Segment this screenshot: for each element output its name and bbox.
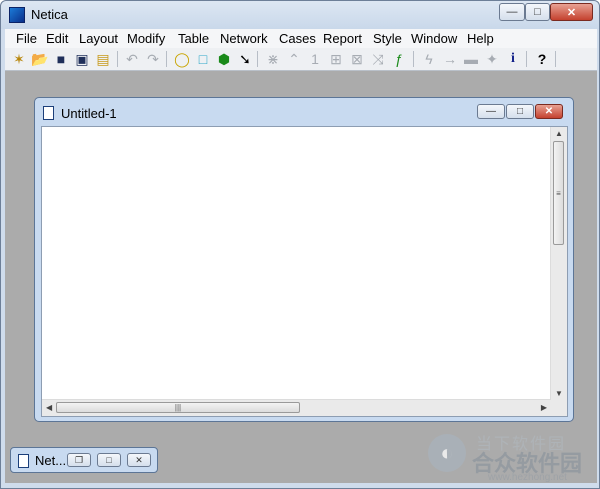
open-icon[interactable]: 📂 — [31, 50, 49, 68]
minimized-close-button[interactable]: ✕ — [127, 453, 151, 467]
document-title: Untitled-1 — [61, 106, 117, 121]
minimized-window-title: Net... — [35, 453, 67, 468]
toolbar-separator — [526, 51, 527, 67]
close-button[interactable]: ✕ — [550, 3, 593, 21]
decision-node-icon[interactable]: □ — [194, 50, 212, 68]
document-close-button[interactable]: ✕ — [535, 104, 563, 119]
toolbar: ✶ 📂 ■ ▣ ▤ ↶ ↷ ◯ □ ⬢ ➘ ⋇ ⌃ 1 ⊞ ⊠ ⤨ ƒ ϟ → … — [5, 48, 597, 71]
arrow-icon[interactable]: → — [441, 50, 459, 68]
menu-window[interactable]: Window — [411, 31, 457, 46]
add-link-icon[interactable]: ➘ — [236, 50, 254, 68]
netica-app-window: Netica — □ ✕ File Edit Layout Modify Tab… — [0, 0, 600, 489]
table-icon[interactable]: ⊞ — [327, 50, 345, 68]
bar-icon[interactable]: ▬ — [462, 50, 480, 68]
resize-grip-icon[interactable] — [551, 400, 567, 416]
menu-network[interactable]: Network — [220, 31, 268, 46]
minimized-maximize-button[interactable]: □ — [97, 453, 121, 467]
menu-edit[interactable]: Edit — [46, 31, 68, 46]
title-bar[interactable]: Netica — □ ✕ — [1, 1, 599, 29]
horizontal-scroll-thumb[interactable]: ||| — [56, 402, 300, 413]
toolbar-separator — [257, 51, 258, 67]
minimized-document-icon — [18, 454, 29, 468]
vertical-scrollbar[interactable]: ▲ ≡ ▼ — [550, 127, 567, 400]
new-icon[interactable]: ✶ — [10, 50, 28, 68]
scroll-up-arrow-icon[interactable]: ▲ — [555, 129, 563, 138]
export-icon[interactable]: ▤ — [94, 50, 112, 68]
star-icon[interactable]: ✦ — [483, 50, 501, 68]
minimized-window[interactable]: Net... ❐ □ ✕ — [10, 447, 158, 473]
maximize-button[interactable]: □ — [525, 3, 550, 21]
menu-style[interactable]: Style — [373, 31, 402, 46]
scroll-left-arrow-icon[interactable]: ◀ — [46, 403, 52, 412]
save-all-icon[interactable]: ▣ — [73, 50, 91, 68]
toolbar-separator — [166, 51, 167, 67]
save-icon[interactable]: ■ — [52, 50, 70, 68]
compile-icon[interactable]: ⋇ — [264, 50, 282, 68]
menu-report[interactable]: Report — [323, 31, 362, 46]
reverse-icon[interactable]: ⤨ — [369, 50, 387, 68]
menu-file[interactable]: File — [16, 31, 37, 46]
menu-bar: File Edit Layout Modify Table Network Ca… — [5, 29, 597, 48]
menu-cases[interactable]: Cases — [279, 31, 316, 46]
netica-app-icon[interactable] — [9, 7, 25, 23]
help-icon[interactable]: ? — [533, 50, 551, 68]
app-title: Netica — [31, 7, 68, 22]
minimize-button[interactable]: — — [499, 3, 525, 21]
one-icon[interactable]: 1 — [306, 50, 324, 68]
menu-table[interactable]: Table — [178, 31, 209, 46]
menu-layout[interactable]: Layout — [79, 31, 118, 46]
menu-help[interactable]: Help — [467, 31, 494, 46]
scroll-down-arrow-icon[interactable]: ▼ — [555, 389, 563, 398]
document-icon — [43, 106, 54, 120]
scroll-right-arrow-icon[interactable]: ▶ — [541, 403, 547, 412]
network-canvas[interactable]: ▲ ≡ ▼ ◀ ||| ▶ — [41, 126, 568, 417]
toolbar-separator — [117, 51, 118, 67]
equation-icon[interactable]: ƒ — [390, 50, 408, 68]
lightning-icon[interactable]: ϟ — [420, 50, 438, 68]
undo-icon[interactable]: ↶ — [123, 50, 141, 68]
toolbar-separator — [555, 51, 556, 67]
document-maximize-button[interactable]: □ — [506, 104, 534, 119]
redo-icon[interactable]: ↷ — [144, 50, 162, 68]
nature-node-icon[interactable]: ◯ — [173, 50, 191, 68]
toolbar-separator — [413, 51, 414, 67]
menu-modify[interactable]: Modify — [127, 31, 165, 46]
watermark-logo-icon: ◐ — [428, 434, 466, 472]
horizontal-scrollbar[interactable]: ◀ ||| ▶ — [42, 399, 551, 416]
document-window: Untitled-1 — □ ✕ ▲ ≡ ▼ ◀ ||| ▶ — [34, 97, 574, 422]
utility-node-icon[interactable]: ⬢ — [215, 50, 233, 68]
info-icon[interactable]: i — [504, 50, 522, 68]
watermark-url-text: www.hezhong.net — [488, 472, 567, 483]
minimized-restore-button[interactable]: ❐ — [67, 453, 91, 467]
document-minimize-button[interactable]: — — [477, 104, 505, 119]
absorb-icon[interactable]: ⊠ — [348, 50, 366, 68]
retract-icon[interactable]: ⌃ — [285, 50, 303, 68]
watermark: ◐ 当下软件园 合众软件园 www.hezhong.net — [428, 430, 598, 486]
vertical-scroll-thumb[interactable]: ≡ — [553, 141, 564, 245]
